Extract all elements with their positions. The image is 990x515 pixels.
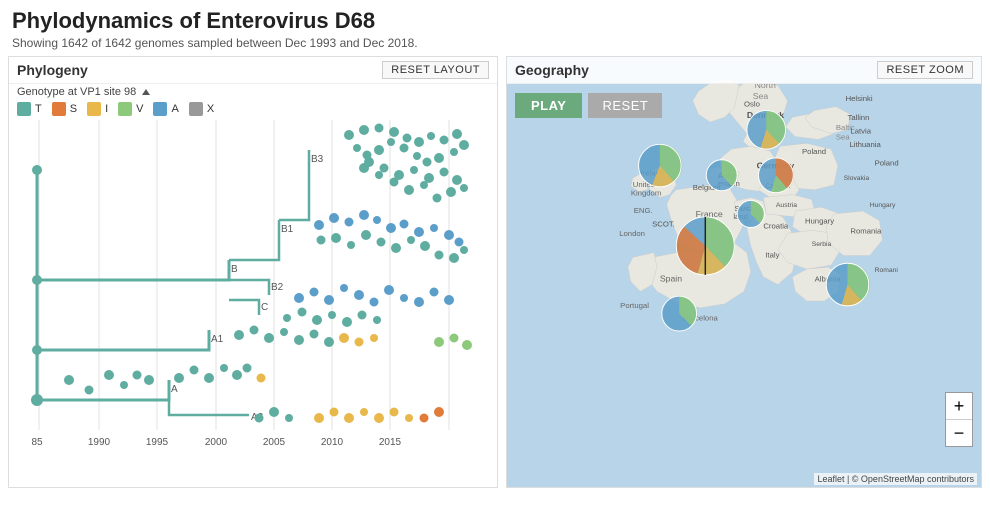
swatch-V	[118, 102, 132, 116]
svg-text:Tallinn: Tallinn	[848, 113, 870, 122]
chevron-up-icon[interactable]	[142, 89, 150, 95]
svg-text:Poland: Poland	[802, 147, 826, 156]
svg-text:2000: 2000	[205, 437, 228, 448]
svg-text:Portugal: Portugal	[620, 301, 649, 310]
svg-text:Helsinki: Helsinki	[846, 94, 873, 103]
page-header: Phylodynamics of Enterovirus D68 Showing…	[0, 0, 990, 52]
page-wrapper: Phylodynamics of Enterovirus D68 Showing…	[0, 0, 990, 492]
svg-text:2015: 2015	[379, 437, 402, 448]
map-attribution: Leaflet | © OpenStreetMap contributors	[814, 473, 977, 485]
legend-item-S: S	[52, 102, 77, 116]
svg-text:Oslo: Oslo	[744, 100, 760, 109]
phylogeny-title: Phylogeny	[17, 62, 88, 78]
geography-header: Geography RESET ZOOM	[507, 57, 981, 84]
swatch-S	[52, 102, 66, 116]
svg-text:ENG.: ENG.	[634, 206, 653, 215]
page-title: Phylodynamics of Enterovirus D68	[12, 8, 978, 34]
svg-text:Kingdom: Kingdom	[631, 189, 661, 198]
svg-text:Spain: Spain	[660, 274, 682, 284]
map-controls: PLAY RESET	[515, 93, 662, 118]
svg-text:Croatia: Croatia	[763, 221, 789, 230]
legend-item-A: A	[153, 102, 178, 116]
svg-text:SCOT.: SCOT.	[652, 220, 675, 229]
zoom-in-button[interactable]: +	[946, 393, 972, 419]
svg-text:Lithuania: Lithuania	[849, 140, 881, 149]
phylogeny-svg: 85 1990 1995 2000 2005 2010 2015 A A1	[9, 120, 479, 460]
svg-text:Serbia: Serbia	[812, 241, 832, 248]
geography-title: Geography	[515, 62, 589, 78]
legend-label-S: S	[70, 103, 77, 115]
genotype-label: Genotype at VP1 site 98	[9, 84, 497, 100]
svg-text:Italy: Italy	[765, 250, 779, 259]
swatch-T	[17, 102, 31, 116]
zoom-controls: + −	[945, 392, 973, 447]
legend-item-I: I	[87, 102, 108, 116]
svg-text:2010: 2010	[321, 437, 344, 448]
svg-text:C: C	[261, 302, 268, 313]
map-reset-button[interactable]: RESET	[588, 93, 662, 118]
map-svg: United Kingdom ENG. Ireland London Franc…	[507, 57, 981, 487]
svg-text:A: A	[171, 384, 178, 395]
svg-text:London: London	[619, 229, 645, 238]
zoom-out-button[interactable]: −	[946, 420, 972, 446]
reset-layout-button[interactable]: RESET LAYOUT	[382, 61, 489, 79]
svg-text:B3: B3	[311, 154, 324, 165]
play-button[interactable]: PLAY	[515, 93, 582, 118]
legend-label-X: X	[207, 103, 214, 115]
legend-item-X: X	[189, 102, 214, 116]
svg-text:2005: 2005	[263, 437, 286, 448]
phylogeny-chart[interactable]: 85 1990 1995 2000 2005 2010 2015 A A1	[9, 120, 497, 460]
legend-item-T: T	[17, 102, 42, 116]
svg-text:B2: B2	[271, 282, 284, 293]
svg-text:Slovakia: Slovakia	[844, 175, 870, 182]
page-subtitle: Showing 1642 of 1642 genomes sampled bet…	[12, 36, 978, 50]
svg-text:Sea: Sea	[836, 132, 850, 141]
svg-text:Latvia: Latvia	[850, 127, 871, 136]
svg-text:Romania: Romania	[850, 226, 882, 235]
svg-text:B: B	[231, 264, 238, 275]
phylogeny-header: Phylogeny RESET LAYOUT	[9, 57, 497, 84]
svg-text:Romani: Romani	[875, 267, 899, 274]
reset-zoom-button[interactable]: RESET ZOOM	[877, 61, 973, 79]
legend-label-V: V	[136, 103, 143, 115]
swatch-I	[87, 102, 101, 116]
svg-text:Hungary: Hungary	[805, 217, 834, 226]
svg-text:A1: A1	[211, 334, 224, 345]
legend-label-I: I	[105, 103, 108, 115]
legend-label-A: A	[171, 103, 178, 115]
svg-text:Austria: Austria	[776, 202, 797, 209]
svg-text:1995: 1995	[146, 437, 169, 448]
legend-label-T: T	[35, 103, 42, 115]
svg-text:Hungary: Hungary	[870, 202, 896, 209]
svg-text:Poland: Poland	[875, 159, 899, 168]
swatch-X	[189, 102, 203, 116]
svg-text:1990: 1990	[88, 437, 111, 448]
legend-row: T S I V A	[9, 100, 497, 120]
legend-item-V: V	[118, 102, 143, 116]
swatch-A	[153, 102, 167, 116]
main-layout: Phylogeny RESET LAYOUT Genotype at VP1 s…	[0, 52, 990, 492]
phylogeny-panel: Phylogeny RESET LAYOUT Genotype at VP1 s…	[8, 56, 498, 488]
svg-text:B1: B1	[281, 224, 294, 235]
geography-panel[interactable]: Geography RESET ZOOM PLAY RESET	[506, 56, 982, 488]
svg-text:85: 85	[31, 437, 43, 448]
